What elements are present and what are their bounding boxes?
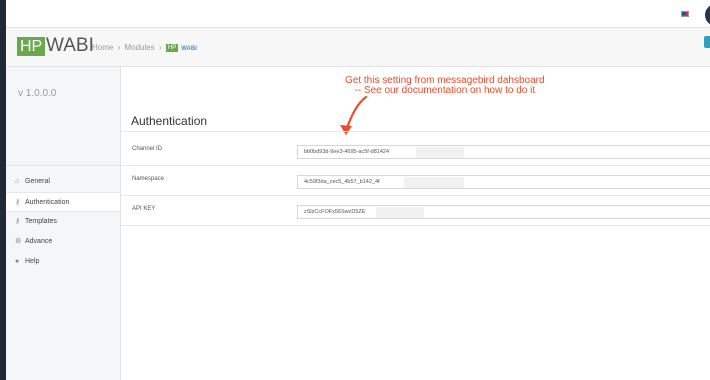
sidebar-item-help[interactable]: ● Help bbox=[6, 252, 120, 272]
sidebar-menu: ⌂ General ⚷ Authentication ⚷ Templates ⚙ Adv… bbox=[6, 172, 120, 272]
sidebar-item-general[interactable]: ⌂ General bbox=[6, 172, 120, 192]
api-key-input[interactable]: zSlzCcFOFx56SwcD5ZE bbox=[297, 205, 710, 219]
channel-id-label: Channel ID bbox=[132, 146, 163, 152]
sidebar-item-label: Help bbox=[25, 258, 40, 265]
breadcrumb-modules[interactable]: Modules bbox=[124, 43, 154, 52]
sidebar-item-advance[interactable]: ⚙ Advance bbox=[6, 232, 120, 252]
row-divider bbox=[121, 165, 710, 166]
main-content: Get this setting from messagebird dahsbo… bbox=[121, 67, 710, 380]
module-header: HP WABI Home › Modules › HP WABI bbox=[6, 28, 710, 67]
help-circle-icon: ● bbox=[15, 258, 20, 265]
sidebar-item-label: General bbox=[25, 178, 50, 185]
key-icon: ⚷ bbox=[15, 218, 21, 225]
app-logo: HP bbox=[17, 37, 46, 56]
row-divider bbox=[121, 195, 710, 196]
channel-id-value: bb0bd93d-9ee3-4695-ac5f-d81424 bbox=[304, 149, 390, 155]
app-name: WABI bbox=[46, 35, 94, 56]
breadcrumb-separator: › bbox=[117, 43, 121, 52]
version-label: v 1.0.0.0 bbox=[18, 88, 57, 99]
sidebar-item-label: Authentication bbox=[25, 199, 70, 206]
sidebar-item-templates[interactable]: ⚷ Templates bbox=[6, 212, 120, 232]
home-icon: ⌂ bbox=[15, 178, 20, 185]
header-action-button[interactable] bbox=[704, 36, 710, 48]
channel-id-input[interactable]: bb0bd93d-9ee3-4695-ac5f-d81424 bbox=[297, 145, 710, 159]
section-divider bbox=[121, 131, 710, 132]
api-key-label: API KEY bbox=[132, 206, 156, 212]
redaction-mask bbox=[376, 207, 424, 218]
sidebar-item-authentication[interactable]: ⚷ Authentication bbox=[6, 192, 120, 212]
top-bar bbox=[6, 0, 710, 28]
sidebar: v 1.0.0.0 ⌂ General ⚷ Authentication ⚷ Temp… bbox=[6, 67, 121, 380]
breadcrumb-module-badge: HP bbox=[165, 44, 179, 52]
breadcrumb-separator: › bbox=[158, 43, 162, 52]
sidebar-item-label: Templates bbox=[25, 218, 57, 225]
section-title: Authentication bbox=[131, 114, 208, 128]
redaction-mask bbox=[404, 177, 464, 188]
breadcrumb-current: WABI bbox=[181, 46, 197, 52]
sidebar-item-label: Advance bbox=[25, 238, 53, 245]
user-avatar[interactable] bbox=[705, 4, 710, 26]
breadcrumb-home[interactable]: Home bbox=[92, 43, 113, 52]
row-divider bbox=[121, 225, 710, 226]
redaction-mask bbox=[416, 147, 464, 158]
breadcrumb: Home › Modules › HP WABI bbox=[92, 43, 197, 52]
sidebar-divider bbox=[6, 165, 120, 166]
key-icon: ⚷ bbox=[15, 199, 21, 206]
namespace-input[interactable]: 4c59f3da_cec5_4b57_b142_4f bbox=[297, 175, 710, 189]
annotation-arrow-icon bbox=[340, 95, 368, 135]
namespace-label: Namespace bbox=[132, 176, 165, 182]
language-flag-icon[interactable] bbox=[681, 11, 689, 17]
api-key-value: zSlzCcFOFx56SwcD5ZE bbox=[304, 209, 366, 215]
gears-icon: ⚙ bbox=[15, 238, 22, 245]
annotation-note: Get this setting from messagebird dahsbo… bbox=[345, 76, 545, 96]
namespace-value: 4c59f3da_cec5_4b57_b142_4f bbox=[304, 179, 380, 185]
